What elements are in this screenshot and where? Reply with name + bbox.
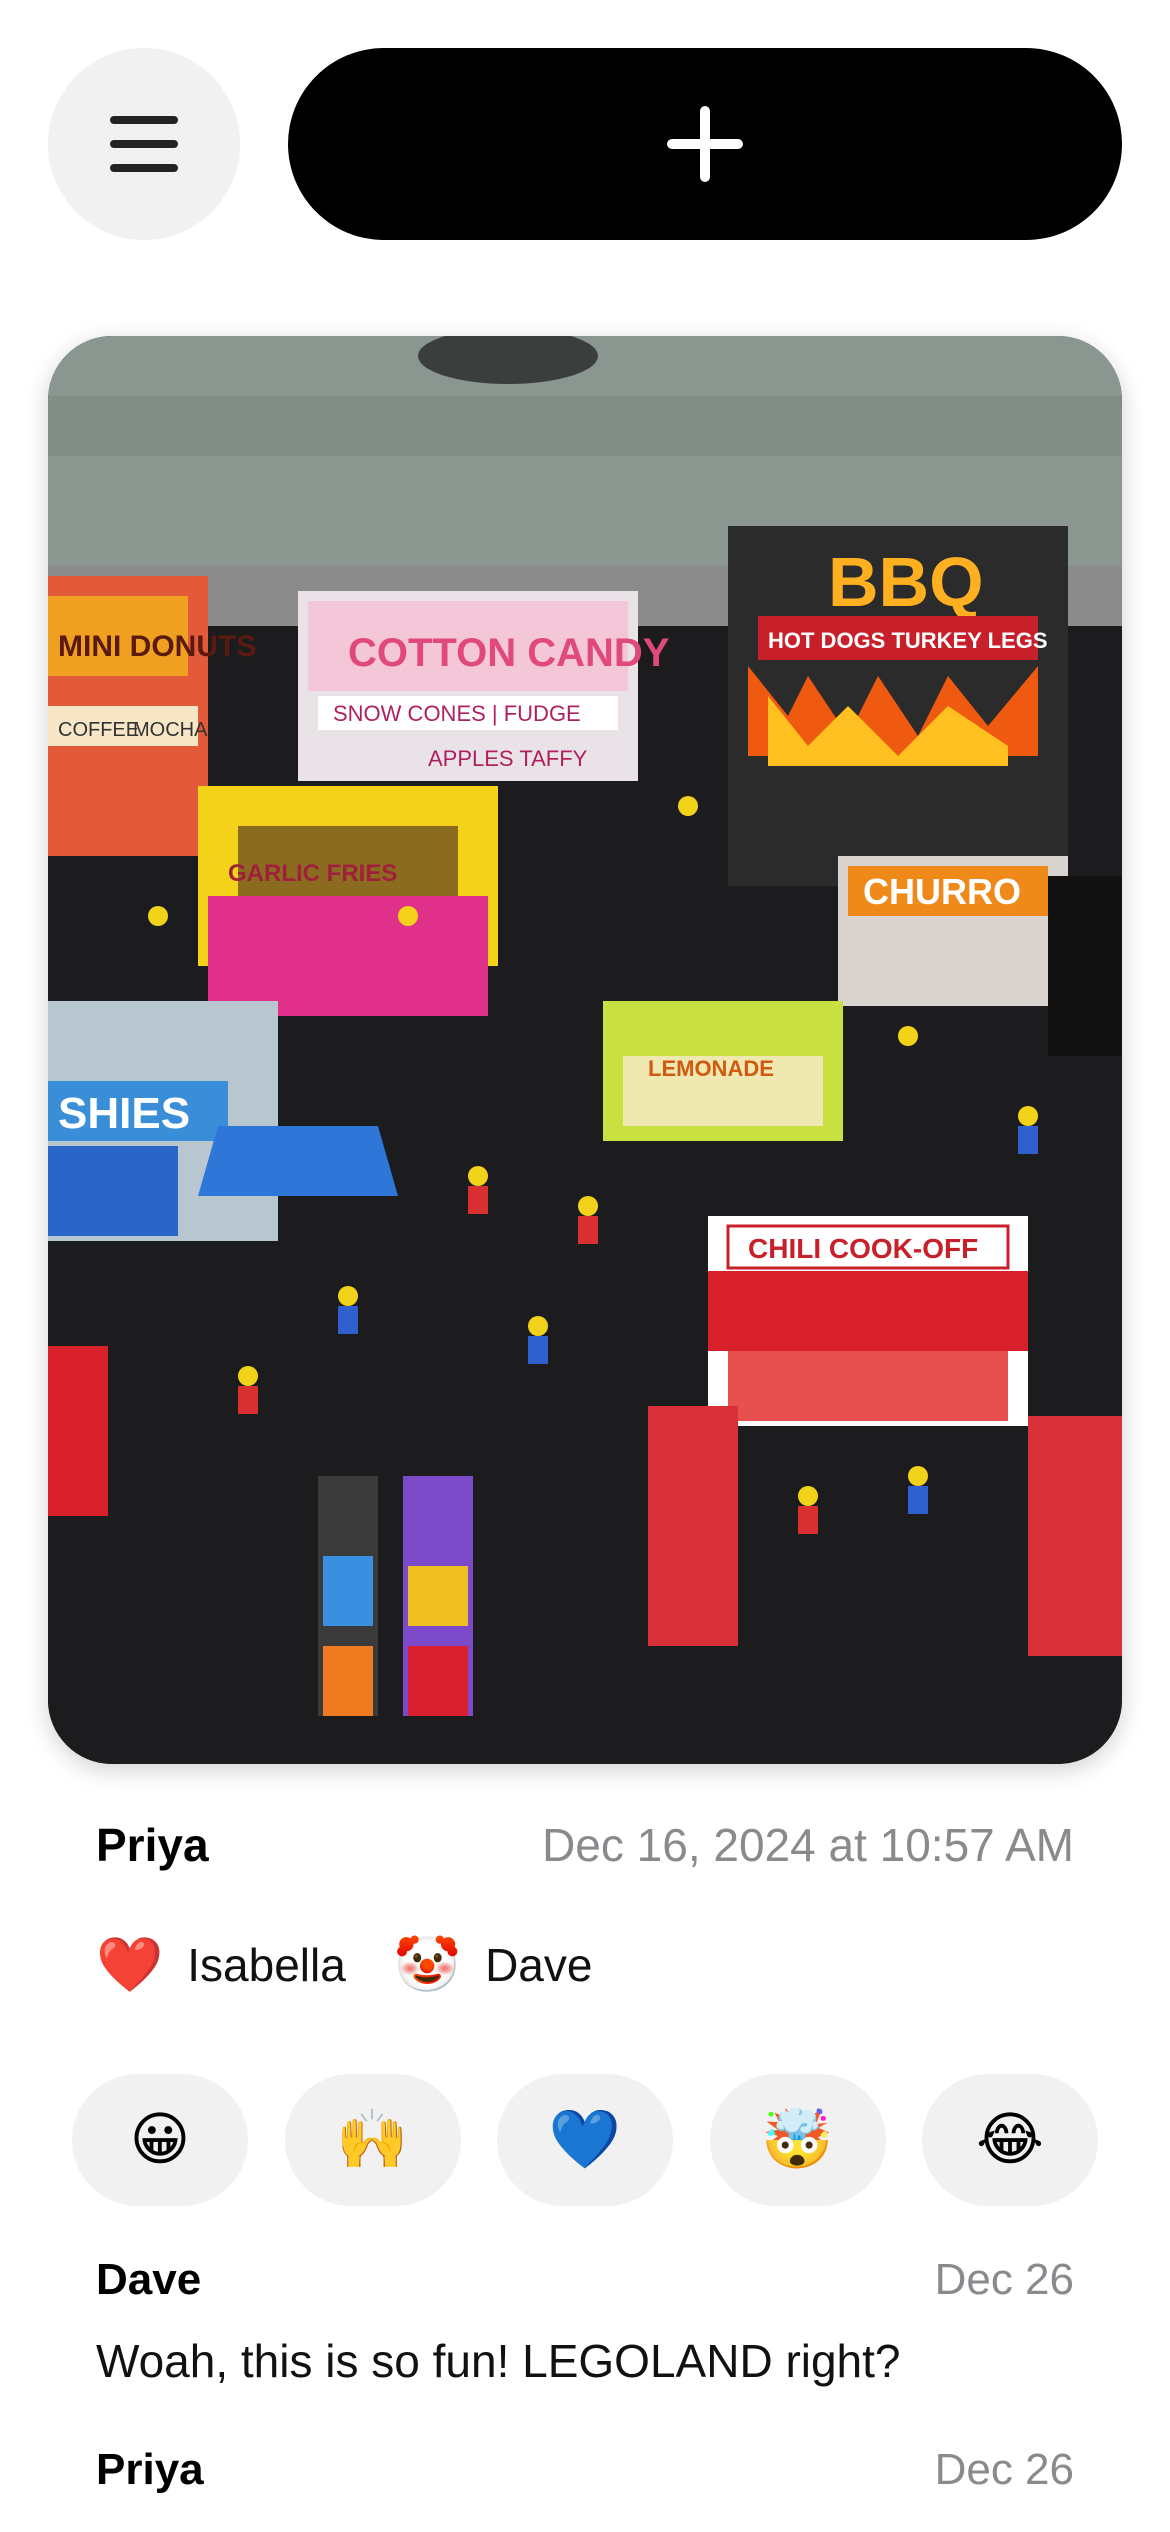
menu-button[interactable] <box>48 48 240 240</box>
sign-donuts: MINI DONUTS <box>58 630 256 663</box>
add-post-button[interactable] <box>288 48 1122 240</box>
post-photo[interactable]: MINI DONUTS COFFEE MOCHA COTTON CANDY SN… <box>48 336 1122 1764</box>
comment-author: Priya <box>96 2445 204 2494</box>
sign-lemonade: LEMONADE <box>648 1056 774 1081</box>
lego-scene-image: MINI DONUTS COFFEE MOCHA COTTON CANDY SN… <box>48 336 1122 1764</box>
react-mind-blown-button[interactable]: 🤯 <box>709 2074 886 2206</box>
reaction-list: ❤️ Isabella 🤡 Dave <box>96 1930 640 2000</box>
sign-cotton-candy: COTTON CANDY <box>348 631 670 675</box>
sign-garlic-fries: GARLIC FRIES <box>228 860 397 887</box>
sign-hot-dogs: HOT DOGS TURKEY LEGS <box>768 628 1048 653</box>
comment-author: Dave <box>96 2255 202 2304</box>
heart-icon: ❤️ <box>96 1935 164 1995</box>
react-blue-heart-button[interactable]: 💙 <box>497 2074 673 2206</box>
reaction-user: Dave <box>485 1939 593 1991</box>
react-tears-of-joy-button[interactable]: 😂 <box>922 2074 1098 2206</box>
sign-coffee: COFFEE <box>58 719 139 741</box>
sign-mocha: MOCHA <box>133 719 208 741</box>
sign-chili: CHILI COOK-OFF <box>748 1233 978 1264</box>
post-timestamp: Dec 16, 2024 at 10:57 AM <box>542 1819 1074 1871</box>
react-raised-hands-button[interactable]: 🙌 <box>284 2074 461 2206</box>
clown-icon: 🤡 <box>393 1935 462 1995</box>
sign-churro: CHURRO <box>863 871 1021 912</box>
comment-item: Priya Dec 26 <box>96 2438 1074 2502</box>
comment-text: Woah, this is so fun! LEGOLAND right? <box>96 2335 901 2387</box>
sign-bbq: BBQ <box>828 543 984 621</box>
comment-item: Dave Dec 26 Woah, this is so fun! LEGOLA… <box>96 2248 1074 2388</box>
post-author: Priya <box>96 1819 209 1871</box>
reaction-item: 🤡 Dave <box>394 1938 593 1992</box>
reaction-item: ❤️ Isabella <box>96 1938 346 1992</box>
comment-date: Dec 26 <box>934 2255 1074 2304</box>
post-meta: Priya Dec 16, 2024 at 10:57 AM <box>96 1810 1074 1880</box>
emoji-reaction-bar: 😀 🙌 💙 🤯 😂 <box>72 2074 1098 2206</box>
sign-shies: SHIES <box>58 1089 190 1138</box>
hamburger-icon <box>110 116 178 172</box>
sign-snow-cones: SNOW CONES | FUDGE <box>333 701 581 726</box>
reaction-user: Isabella <box>187 1939 346 1991</box>
plus-icon <box>667 106 743 182</box>
react-grinning-button[interactable]: 😀 <box>72 2074 248 2206</box>
comment-date: Dec 26 <box>934 2445 1074 2494</box>
sign-apples: APPLES TAFFY <box>428 746 588 771</box>
